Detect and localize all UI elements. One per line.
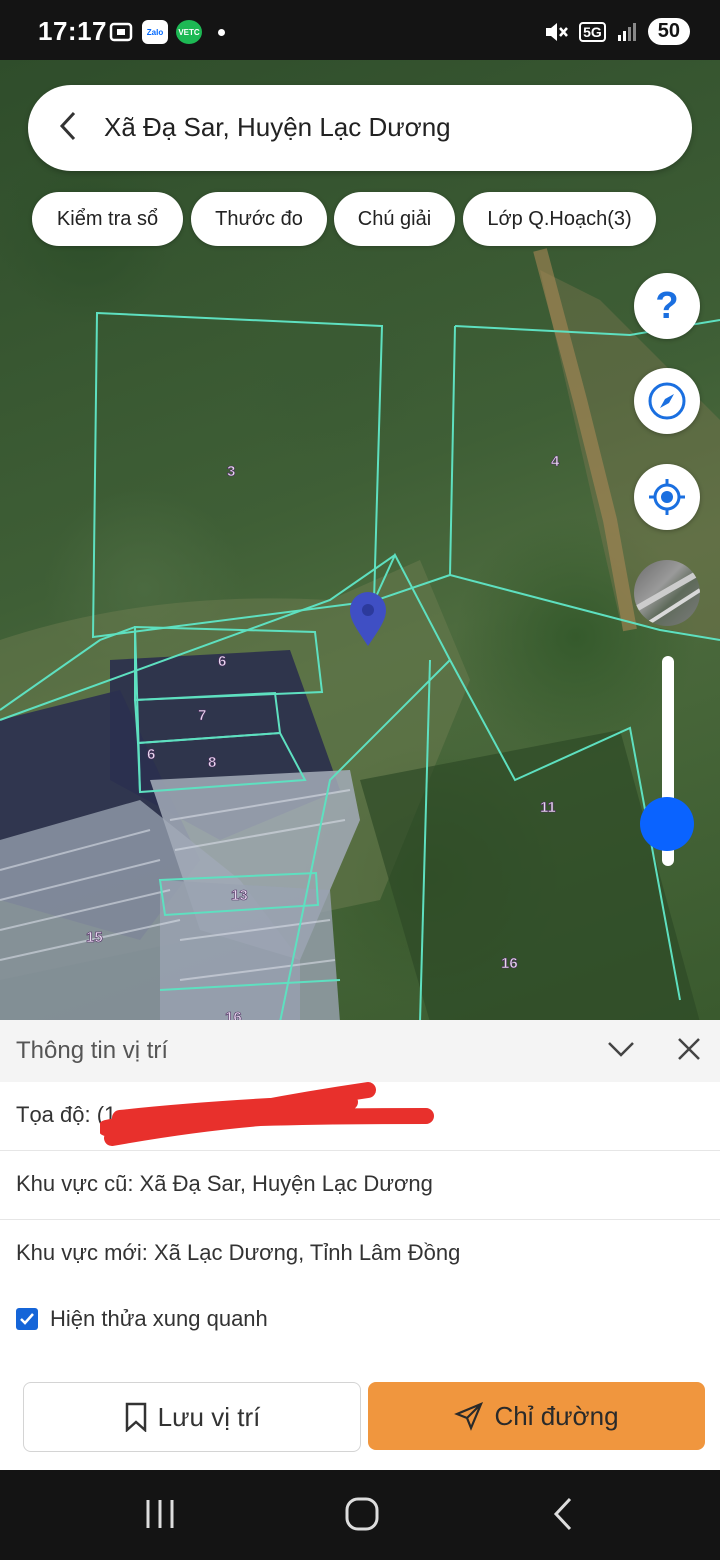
- vetc-icon: VETC: [176, 20, 202, 44]
- system-nav-bar: [0, 1470, 720, 1560]
- parcel-label: 3: [227, 463, 235, 480]
- send-icon: [454, 1401, 484, 1431]
- mute-icon: [546, 22, 569, 41]
- help-icon: ?: [655, 284, 679, 327]
- parcel-label: 4: [551, 453, 560, 470]
- help-button[interactable]: ?: [634, 273, 700, 339]
- signal-icon: [617, 22, 636, 41]
- map-layer-button[interactable]: [634, 560, 700, 626]
- network-type: 5G: [579, 21, 606, 42]
- bookmark-icon: [125, 1402, 146, 1432]
- my-location-button[interactable]: [634, 464, 700, 530]
- map-layer-icon: [634, 569, 700, 626]
- new-area-row: Khu vực mới: Xã Lạc Dương, Tỉnh Lâm Đồng: [0, 1220, 720, 1288]
- battery-level: 50: [657, 20, 680, 42]
- back-icon[interactable]: [56, 109, 80, 152]
- clock: 17:17: [38, 16, 107, 46]
- parcel-label: 8: [208, 754, 216, 771]
- status-bar: 17:17 Zalo VETC 5G 50: [0, 0, 720, 60]
- panel-title: Thông tin vị trí: [16, 1037, 169, 1064]
- system-status: 5G 50: [543, 18, 690, 45]
- measure-button[interactable]: Thước đo: [191, 192, 327, 246]
- old-area-text: Khu vực cũ: Xã Đạ Sar, Huyện Lạc Dương: [16, 1171, 433, 1196]
- zoom-slider-thumb[interactable]: [640, 797, 694, 851]
- location-header: Xã Đạ Sar, Huyện Lạc Dương: [28, 85, 692, 171]
- compass-button[interactable]: [634, 368, 700, 434]
- parcel-label: 16: [501, 955, 518, 972]
- show-neighbors-label: Hiện thửa xung quanh: [50, 1306, 268, 1331]
- parcel-label: 6: [218, 653, 226, 670]
- panel-header: Thông tin vị trí: [0, 1020, 720, 1082]
- location-title[interactable]: Xã Đạ Sar, Huyện Lạc Dương: [104, 112, 451, 143]
- new-area-text: Khu vực mới: Xã Lạc Dương, Tỉnh Lâm Đồng: [16, 1240, 461, 1265]
- close-icon: [678, 1038, 700, 1060]
- parcel-label: 7: [198, 707, 206, 724]
- redaction-scribble: [100, 1082, 434, 1146]
- check-title-button[interactable]: Kiểm tra sổ: [32, 192, 183, 246]
- close-button[interactable]: [676, 1036, 702, 1067]
- notification-icons: Zalo VETC: [108, 20, 225, 44]
- parcel-label: 11: [540, 799, 556, 816]
- collapse-button[interactable]: [606, 1034, 636, 1069]
- save-location-label: Lưu vị trí: [157, 1401, 261, 1432]
- back-nav-icon[interactable]: [548, 1494, 578, 1534]
- screenshot-icon: [109, 22, 133, 42]
- home-icon[interactable]: [342, 1494, 382, 1534]
- directions-button[interactable]: Chỉ đường: [368, 1382, 705, 1450]
- compass-icon: [648, 382, 686, 420]
- recents-icon[interactable]: [143, 1494, 177, 1534]
- parcel-label: 6: [147, 746, 155, 763]
- zalo-icon: Zalo: [142, 20, 168, 44]
- parcel-label: 15: [86, 929, 103, 946]
- parcel-label: 13: [231, 887, 248, 904]
- battery-indicator: 50: [647, 18, 690, 45]
- checkbox-checked-icon[interactable]: [16, 1308, 38, 1330]
- dot-icon: [218, 28, 225, 36]
- my-location-icon: [649, 479, 685, 515]
- planning-layers-button[interactable]: Lớp Q.Hoạch(3): [463, 192, 656, 246]
- old-area-row: Khu vực cũ: Xã Đạ Sar, Huyện Lạc Dương: [0, 1151, 720, 1220]
- legend-button[interactable]: Chú giải: [334, 192, 455, 246]
- show-neighbors-toggle[interactable]: Hiện thửa xung quanh: [16, 1306, 268, 1332]
- chevron-down-icon: [608, 1042, 634, 1057]
- directions-label: Chỉ đường: [494, 1400, 619, 1431]
- save-location-button[interactable]: Lưu vị trí: [23, 1382, 361, 1452]
